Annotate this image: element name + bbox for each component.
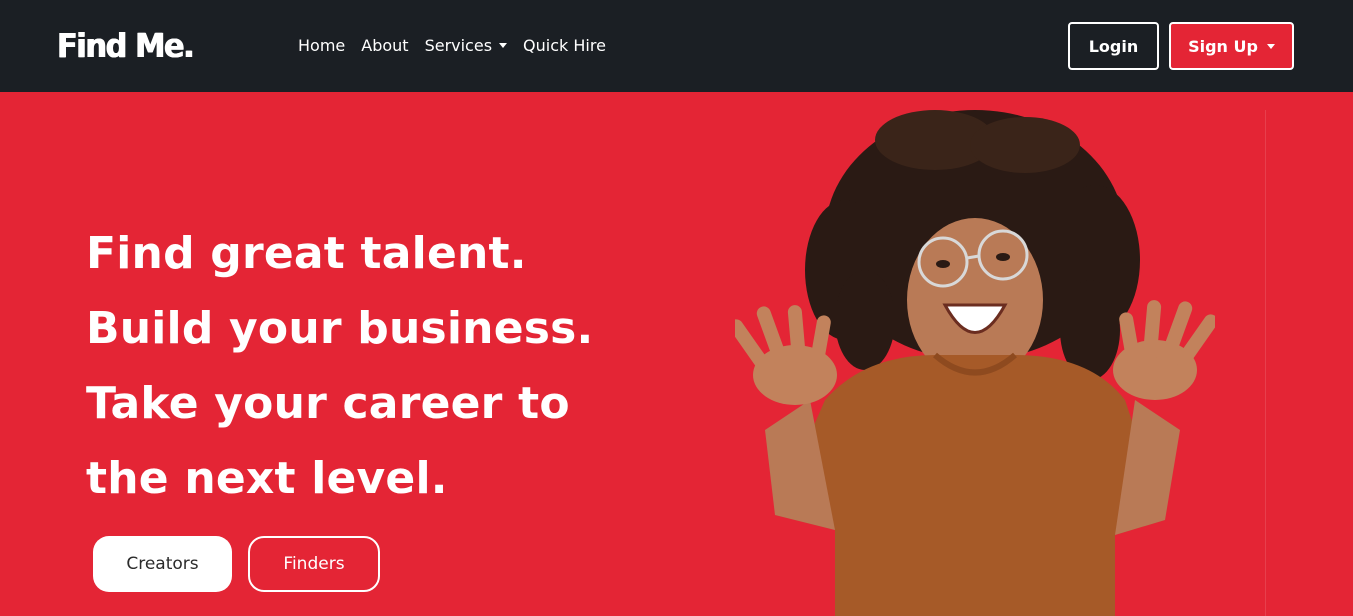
hero-woman-image <box>735 110 1215 616</box>
hero-divider <box>1265 110 1266 616</box>
finders-button[interactable]: Finders <box>248 536 380 592</box>
creators-button[interactable]: Creators <box>93 536 232 592</box>
dropdown-caret-icon <box>1266 43 1275 49</box>
shirt-shape <box>775 355 1165 616</box>
hero-line-2: Build your business. <box>86 303 594 354</box>
hero-headline: Find great talent. Build your business. … <box>86 216 706 516</box>
nav-services-dropdown[interactable]: Services <box>424 36 508 55</box>
nav-services-label: Services <box>424 36 493 55</box>
nav-links: Home About Services Quick Hire <box>298 36 622 55</box>
hero-line-1: Find great talent. <box>86 228 527 279</box>
navbar: Find Me. Home About Services Quick Hire … <box>0 0 1353 92</box>
signup-label: Sign Up <box>1188 36 1258 56</box>
login-button[interactable]: Login <box>1068 22 1159 70</box>
dropdown-caret-icon <box>499 43 508 48</box>
nav-home-link[interactable]: Home <box>298 36 345 55</box>
nav-quick-hire-link[interactable]: Quick Hire <box>523 36 606 55</box>
nav-about-link[interactable]: About <box>361 36 408 55</box>
hero-line-4: the next level. <box>86 453 448 504</box>
brand-logo[interactable]: Find Me. <box>57 26 195 65</box>
left-hand-shape <box>735 305 837 405</box>
signup-dropdown-button[interactable]: Sign Up <box>1169 22 1294 70</box>
right-hand-shape <box>1113 300 1215 400</box>
hero-line-3: Take your career to <box>86 378 570 429</box>
